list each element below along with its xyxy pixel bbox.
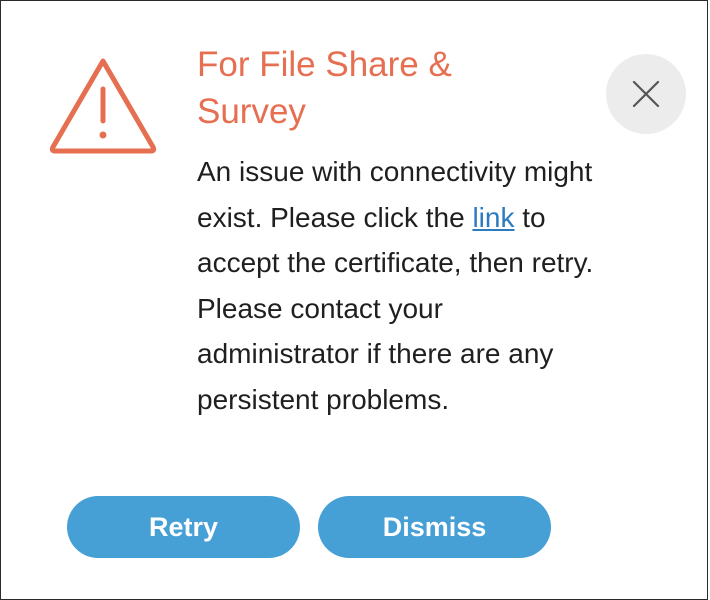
close-icon	[632, 80, 660, 108]
close-button[interactable]	[606, 54, 686, 134]
alert-dialog: For File Share & Survey An issue with co…	[0, 0, 708, 600]
retry-button[interactable]: Retry	[67, 496, 300, 558]
dismiss-button[interactable]: Dismiss	[318, 496, 551, 558]
dialog-message: An issue with connectivity might exist. …	[197, 149, 597, 422]
certificate-link[interactable]: link	[472, 202, 514, 233]
warning-triangle-icon	[47, 55, 159, 155]
message-text-after-link: to accept the certificate, then retry. P…	[197, 201, 594, 415]
dialog-title: For File Share & Survey	[197, 45, 452, 131]
